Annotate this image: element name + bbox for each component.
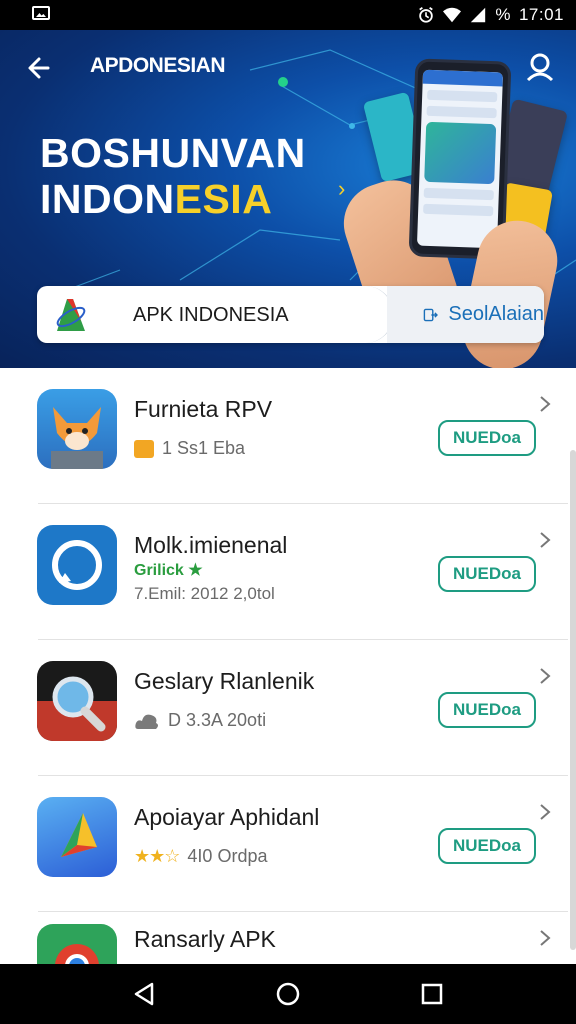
nav-recents-icon[interactable] [418,980,446,1008]
hero-title: BOSHUNVAN INDONESIA [40,130,306,222]
triangle-app-icon [37,797,117,877]
scrollbar[interactable] [570,450,576,950]
hero-title-line2b: ESIA [174,176,273,222]
app-meta-text: 7.Emil: 2012 2,0tol [134,584,275,603]
fox-app-icon [37,389,117,469]
brand-logo: APDONESIAN [90,54,226,78]
list-item[interactable]: Ransarly APK [0,906,576,964]
install-button[interactable]: NUEDoa [438,692,536,728]
app-meta: ★★☆ 4I0 Ordpa [134,846,267,867]
chevron-right-icon [540,668,551,684]
back-arrow-icon[interactable] [22,50,58,86]
search-action-label: SeolAlaian [448,303,544,325]
chevron-right-icon [540,930,551,946]
wifi-icon [443,7,462,23]
list-item[interactable]: Molk.imienenal Grilick ★ 7.Emil: 2012 2,… [0,504,576,640]
app-meta-text: 1 Ss1 Eba [162,438,246,458]
chevron-right-icon [540,804,551,820]
search-input[interactable]: APK INDONESIA [133,304,289,327]
account-icon[interactable] [520,48,560,88]
open-app-icon [423,308,438,321]
clock: 17:01 [518,5,564,24]
star-rating: ★★☆ [134,846,180,866]
nav-home-icon[interactable] [274,980,302,1008]
cloud-icon [135,714,158,729]
navigation-bar [0,964,576,1024]
list-item[interactable]: Apoiayar Aphidanl ★★☆ 4I0 Ordpa NUEDoa [0,776,576,912]
browser-app-icon [37,924,117,964]
status-bar: % 17:01 [0,0,576,30]
app-title: Geslary Rlanlenik [134,668,315,694]
app-title: Apoiayar Aphidanl [134,804,320,830]
chat-app-icon [37,525,117,605]
search-action-button[interactable]: SeolAlaian [387,286,544,343]
app-meta-text: 4I0 Ordpa [187,846,268,866]
app-title: Furnieta RPV [134,396,273,422]
category-icon [134,439,154,458]
gallery-notification-icon [32,6,50,20]
hero-title-line1: BOSHUNVAN [40,130,306,176]
battery-percent: % [495,5,511,24]
chevron-right-decoration-icon: › [338,176,346,201]
install-button[interactable]: NUEDoa [438,420,536,456]
alarm-icon [419,7,434,23]
apk-indonesia-logo-icon [56,299,86,331]
search-bar[interactable]: APK INDONESIA SeolAlaian [37,286,544,343]
install-button[interactable]: NUEDoa [438,828,536,864]
app-list: Furnieta RPV 1 Ss1 Eba NUEDoa Molk.imien… [0,368,576,964]
list-item[interactable]: Geslary Rlanlenik D 3.3A 20oti NUEDoa [0,640,576,776]
list-item[interactable]: Furnieta RPV 1 Ss1 Eba NUEDoa [0,368,576,504]
nav-back-icon[interactable] [130,980,158,1008]
app-meta-text: D 3.3A 20oti [168,710,267,730]
chevron-right-icon [540,532,551,548]
developer-label: Grilick ★ [134,562,203,579]
magnifier-app-icon [37,661,117,741]
brand-text: APDONESIAN [90,54,226,77]
install-button[interactable]: NUEDoa [438,556,536,592]
app-meta: 1 Ss1 Eba [134,438,245,459]
app-meta: D 3.3A 20oti [134,710,266,731]
chevron-right-icon [540,396,551,412]
app-title: Molk.imienenal [134,532,288,558]
app-title: Ransarly APK [134,926,276,952]
signal-icon [471,7,486,23]
hero-title-line2a: INDON [40,176,175,222]
